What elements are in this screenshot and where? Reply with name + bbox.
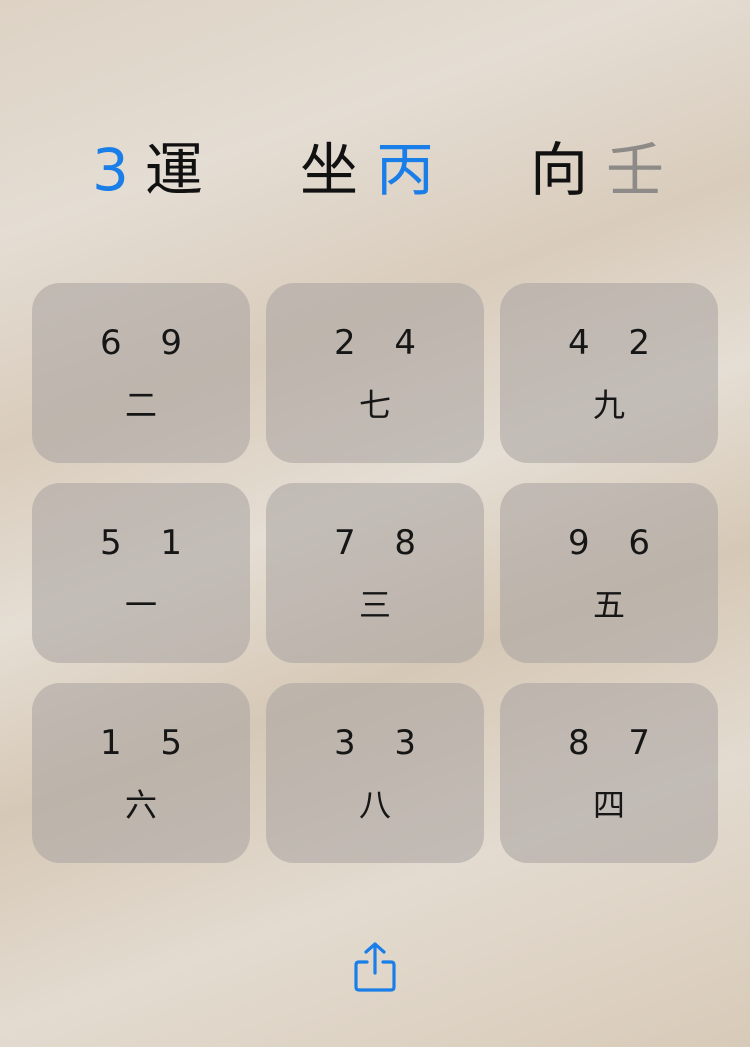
palace-cell[interactable]: 5 1 一 <box>32 483 250 663</box>
palace-cell[interactable]: 3 3 八 <box>266 683 484 863</box>
palace-base-star: 五 <box>592 586 625 624</box>
chart-header: 3運 坐丙 向壬 <box>0 130 750 210</box>
palace-cell[interactable]: 4 2 九 <box>500 283 718 463</box>
palace-base-star: 四 <box>592 786 625 824</box>
palace-stars: 1 5 <box>99 723 197 763</box>
palace-cell[interactable]: 2 4 七 <box>266 283 484 463</box>
flying-star-grid: 6 9 二 2 4 七 4 2 九 5 1 一 7 8 三 9 6 五 1 5 … <box>32 283 718 863</box>
period-indicator[interactable]: 3運 <box>92 130 203 210</box>
palace-base-star: 九 <box>592 386 625 424</box>
palace-cell[interactable]: 7 8 三 <box>266 483 484 663</box>
sitting-value[interactable]: 丙 <box>376 130 434 210</box>
period-number[interactable]: 3 <box>92 130 129 210</box>
palace-base-star: 八 <box>358 786 391 824</box>
palace-cell[interactable]: 1 5 六 <box>32 683 250 863</box>
palace-stars: 6 9 <box>99 323 197 363</box>
palace-stars: 3 3 <box>333 723 431 763</box>
sitting-label: 坐 <box>300 136 359 204</box>
facing-direction: 向壬 <box>530 130 664 210</box>
facing-label: 向 <box>530 136 589 204</box>
palace-stars: 8 7 <box>567 723 665 763</box>
period-label: 運 <box>144 136 203 204</box>
palace-base-star: 三 <box>358 586 391 624</box>
palace-cell[interactable]: 6 9 二 <box>32 283 250 463</box>
palace-stars: 4 2 <box>567 323 665 363</box>
palace-base-star: 一 <box>124 586 157 624</box>
share-button[interactable] <box>352 940 398 994</box>
palace-stars: 9 6 <box>567 523 665 563</box>
palace-cell[interactable]: 9 6 五 <box>500 483 718 663</box>
palace-stars: 5 1 <box>99 523 197 563</box>
palace-cell[interactable]: 8 7 四 <box>500 683 718 863</box>
facing-value: 壬 <box>606 136 665 204</box>
sitting-direction[interactable]: 坐丙 <box>300 130 434 210</box>
share-icon <box>354 942 396 992</box>
palace-stars: 7 8 <box>333 523 431 563</box>
palace-base-star: 七 <box>358 386 391 424</box>
palace-base-star: 六 <box>124 786 157 824</box>
palace-stars: 2 4 <box>333 323 431 363</box>
palace-base-star: 二 <box>124 386 157 424</box>
